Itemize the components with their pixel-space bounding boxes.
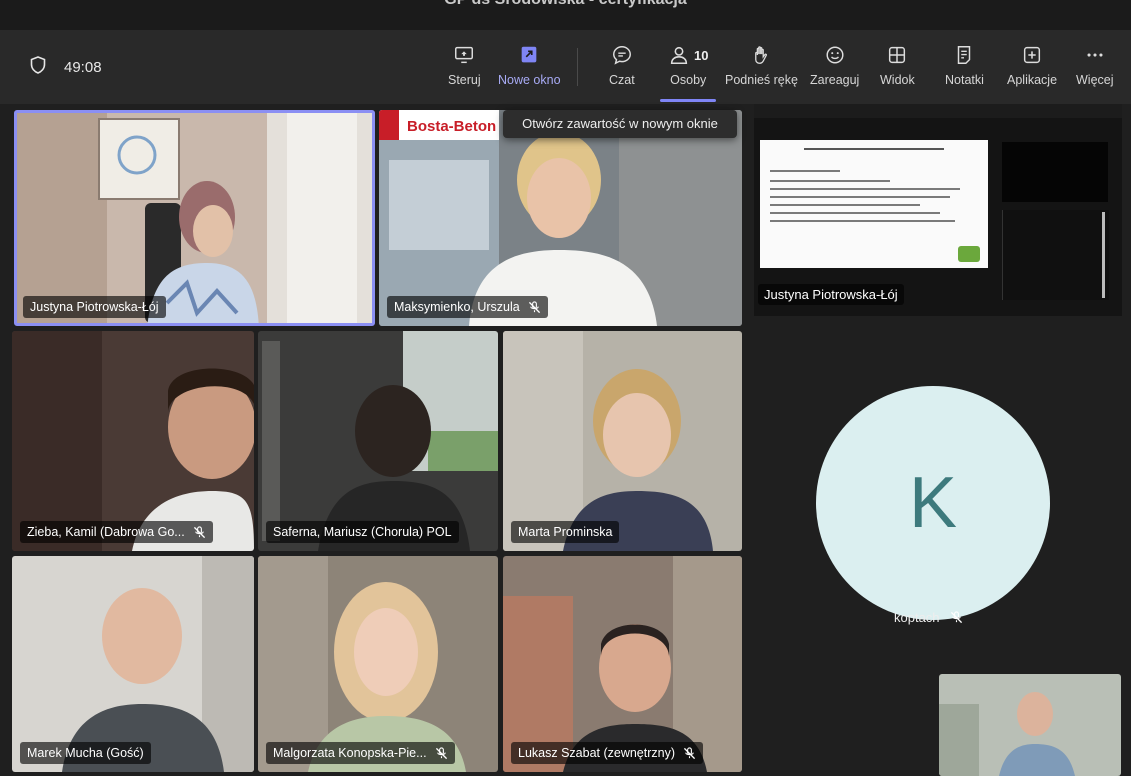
active-indicator: [660, 99, 717, 102]
participant-name-text: Malgorzata Konopska-Pie...: [273, 746, 427, 760]
wiecej-button[interactable]: Więcej: [1076, 44, 1114, 100]
participant-name: Justyna Piotrowska-Łój: [23, 296, 166, 318]
osoby-button[interactable]: 10 Osoby: [660, 44, 717, 102]
participant-name: Malgorzata Konopska-Pie...: [266, 742, 455, 764]
widok-button[interactable]: Widok: [880, 44, 915, 100]
chat-icon: [612, 46, 631, 65]
participant-name: koptach: [894, 610, 963, 625]
video-feed: [258, 331, 498, 551]
pop-out-tooltip: Otwórz zawartość w nowym oknie: [503, 110, 737, 138]
mic-off-icon: [683, 746, 696, 760]
mic-off-icon: [528, 300, 541, 314]
meeting-timer: 49:08: [30, 56, 102, 79]
apps-icon: [1023, 46, 1041, 64]
more-icon: [1087, 53, 1103, 57]
video-feed: Bosta-Beton: [379, 110, 742, 326]
widok-label: Widok: [880, 73, 915, 87]
participant-name-text: Marek Mucha (Gość): [27, 746, 144, 760]
timer-text: 49:08: [64, 59, 102, 76]
participant-tile[interactable]: Malgorzata Konopska-Pie...: [258, 556, 498, 772]
zareaguj-button[interactable]: Zareaguj: [810, 44, 859, 100]
aplikacje-label: Aplikacje: [1007, 73, 1058, 87]
wiecej-label: Więcej: [1076, 73, 1114, 87]
participant-tile[interactable]: Marek Mucha (Gość): [12, 556, 254, 772]
osoby-count: 10: [694, 47, 709, 63]
podnies-reke-label: Podnieś rękę: [725, 73, 798, 87]
participant-tile[interactable]: Lukasz Szabat (zewnętrzny): [503, 556, 742, 772]
presenter-name: Justyna Piotrowska-Łój: [758, 284, 904, 305]
participant-name-text: Marta Prominska: [518, 525, 613, 539]
smile-icon: [826, 46, 844, 64]
raise-hand-icon: [755, 46, 768, 64]
participant-name-text: Saferna, Mariusz (Chorula) POL: [273, 525, 452, 539]
shield-icon[interactable]: [30, 56, 46, 79]
participant-name-text: Lukasz Szabat (zewnętrzny): [518, 746, 676, 760]
video-feed: [503, 556, 742, 772]
nowe-okno-button[interactable]: Nowe okno: [498, 44, 561, 100]
shared-document: [760, 140, 988, 268]
self-view-video[interactable]: [939, 674, 1121, 776]
toolbar-divider: [577, 48, 578, 86]
video-feed: [12, 556, 254, 772]
mic-off-icon: [435, 746, 448, 760]
logo-text: Bosta-Beton: [407, 118, 497, 135]
video-feed: [17, 113, 372, 323]
notes-icon: [958, 46, 971, 64]
view-grid-icon: [889, 46, 906, 64]
shared-side-panel: [1002, 142, 1108, 202]
video-feed: [12, 331, 254, 551]
meeting-toolbar: 49:08 Steruj Nowe okno Czat 10 Osoby Pod…: [0, 30, 1131, 104]
participant-name: Marta Prominska: [511, 521, 620, 543]
meeting-title-bar: GP ds Środowiska - certyfikacja: [0, 0, 1131, 30]
participant-name: Saferna, Mariusz (Chorula) POL: [266, 521, 459, 543]
czat-label: Czat: [609, 73, 635, 87]
participant-tile[interactable]: Bosta-Beton Maksymienko, Urszula: [379, 110, 742, 326]
mic-off-icon: [193, 525, 206, 539]
notatki-label: Notatki: [945, 73, 984, 87]
participant-tile[interactable]: Saferna, Mariusz (Chorula) POL: [258, 331, 498, 551]
steruj-button[interactable]: Steruj: [448, 44, 481, 100]
video-feed: [258, 556, 498, 772]
participant-tile-koptach[interactable]: K koptach: [754, 328, 1122, 668]
shared-chat-panel: [1002, 210, 1109, 300]
osoby-label: Osoby: [670, 73, 707, 87]
participant-tile[interactable]: Marta Prominska: [503, 331, 742, 551]
pop-out-icon: [521, 46, 537, 63]
video-feed: [503, 331, 742, 551]
participant-name: Lukasz Szabat (zewnętrzny): [511, 742, 704, 764]
participant-name: Marek Mucha (Gość): [20, 742, 151, 764]
share-screen-icon: [455, 46, 474, 64]
participant-name: Zieba, Kamil (Dabrowa Go...: [20, 521, 213, 543]
notatki-button[interactable]: Notatki: [945, 44, 984, 100]
steruj-label: Steruj: [448, 73, 481, 87]
czat-button[interactable]: Czat: [609, 44, 635, 100]
mic-off-icon: [950, 611, 963, 624]
participant-name-text: Justyna Piotrowska-Łój: [30, 300, 159, 314]
participant-tile[interactable]: Justyna Piotrowska-Łój: [14, 110, 375, 326]
aplikacje-button[interactable]: Aplikacje: [1007, 44, 1057, 100]
nowe-okno-label: Nowe okno: [498, 73, 561, 87]
people-icon: [670, 46, 688, 65]
meeting-title: GP ds Środowiska - certyfikacja: [0, 0, 1131, 9]
participant-tile[interactable]: Zieba, Kamil (Dabrowa Go...: [12, 331, 254, 551]
participant-name: Maksymienko, Urszula: [387, 296, 548, 318]
avatar: K: [816, 386, 1050, 620]
participant-name-text: Zieba, Kamil (Dabrowa Go...: [27, 525, 185, 539]
document-logo: [958, 246, 980, 262]
podnies-reke-button[interactable]: Podnieś rękę: [725, 44, 798, 100]
osoby-icon-group: 10: [668, 44, 708, 66]
participant-name-text: koptach: [894, 610, 940, 625]
zareaguj-label: Zareaguj: [810, 73, 860, 87]
shared-screen-topbar: [754, 104, 1122, 118]
participant-name-text: Maksymienko, Urszula: [394, 300, 520, 314]
